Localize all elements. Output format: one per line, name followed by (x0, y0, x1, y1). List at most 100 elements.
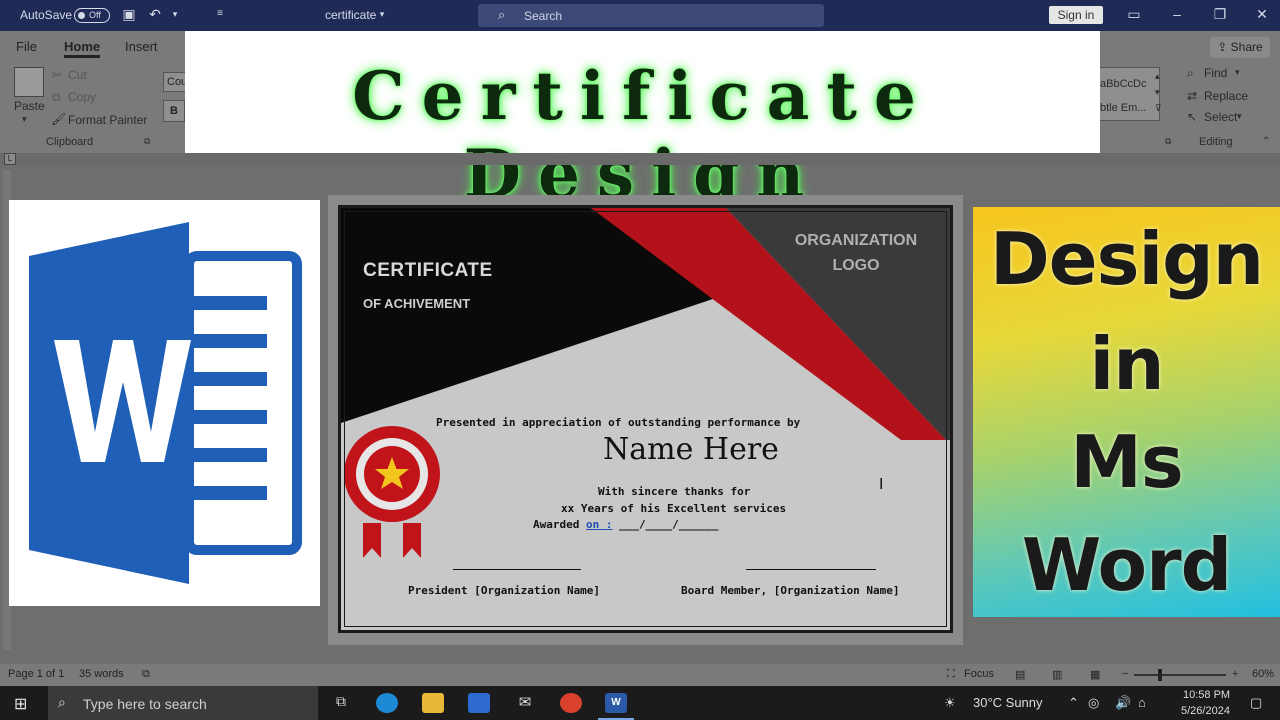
style-item-2[interactable]: btle Em... (1100, 102, 1146, 114)
weather-icon[interactable]: ☀ (944, 695, 956, 711)
save-icon[interactable]: ▣ (121, 6, 137, 22)
word-taskbar-icon[interactable]: W (605, 693, 627, 713)
notification-icon[interactable]: ▢ (1250, 695, 1262, 711)
windows-start-icon[interactable]: ⊞ (14, 694, 27, 714)
web-layout-icon[interactable]: ▦ (1090, 668, 1100, 681)
styles-scroll-up-icon[interactable]: ▴ (1155, 71, 1160, 82)
signature-board-member: Board Member, [Organization Name] (681, 584, 900, 597)
styles-scroll-down-icon[interactable]: ▾ (1155, 87, 1160, 98)
font-name-box[interactable]: Cou (163, 72, 187, 92)
search-box[interactable]: ⌕ Search (478, 4, 824, 27)
share-label: Share (1230, 40, 1263, 54)
focus-button[interactable]: Focus (964, 668, 994, 680)
find-icon[interactable]: ⌕ (1187, 66, 1194, 81)
signature-president: President [Organization Name] (408, 584, 601, 597)
zoom-level[interactable]: 60% (1252, 668, 1274, 680)
styles-more-icon[interactable]: ⊽ (1155, 103, 1162, 114)
design-card-line3: Ms (1070, 420, 1184, 504)
recipient-name[interactable]: Name Here (541, 432, 841, 467)
read-mode-icon[interactable]: ▤ (1015, 668, 1025, 681)
restore-icon[interactable]: ❐ (1212, 6, 1228, 22)
paste-icon[interactable] (14, 67, 44, 97)
select-icon[interactable]: ↖ (1187, 110, 1197, 124)
undo-icon[interactable]: ↶ (147, 6, 163, 22)
store-icon[interactable] (468, 693, 490, 713)
copy-button[interactable]: Copy (68, 90, 96, 104)
file-explorer-icon[interactable] (422, 693, 444, 713)
thanks-text: With sincere thanks for (598, 485, 751, 498)
replace-button[interactable]: Replace (1204, 89, 1248, 103)
zoom-in-icon[interactable]: + (1232, 668, 1238, 680)
awarded-line[interactable]: Awarded on : ___/____/______ (533, 518, 718, 531)
share-button[interactable]: ⇪ Share (1210, 37, 1270, 58)
ruler[interactable]: L (0, 153, 1280, 165)
title-banner: Certificate Design (185, 31, 1100, 213)
awarded-prefix: Awarded (533, 518, 586, 531)
document-title-chevron-icon[interactable]: ▾ (374, 6, 390, 22)
autosave-label: AutoSave (20, 8, 73, 22)
status-bar: Page 1 of 1 35 words ⧉ ⛶ Focus ▤ ▥ ▦ − +… (0, 664, 1280, 686)
replace-icon[interactable]: ⇄ (1187, 89, 1197, 103)
speaker-icon[interactable]: 🔊 (1115, 695, 1131, 711)
styles-launcher-icon[interactable]: ⧉ (1165, 136, 1171, 147)
task-view-icon[interactable]: ⧉ (330, 693, 352, 713)
organization-logo: ORGANIZATION LOGO (771, 228, 941, 278)
autosave-toggle[interactable]: Off (74, 8, 110, 23)
print-layout-icon[interactable]: ▥ (1052, 668, 1062, 681)
certificate[interactable]: CERTIFICATE OF ACHIVEMENT ORGANIZATION L… (338, 205, 953, 633)
signature-line-left (453, 569, 581, 570)
chrome-icon[interactable] (560, 693, 582, 713)
page-count[interactable]: Page 1 of 1 (8, 668, 64, 680)
signature-line-right (746, 569, 876, 570)
format-painter-button[interactable]: Format Painter (68, 113, 147, 127)
tab-file[interactable]: File (16, 39, 37, 54)
ribbon-display-icon[interactable]: ▭ (1126, 6, 1142, 22)
minimize-icon[interactable]: – (1169, 6, 1185, 22)
focus-icon[interactable]: ⛶ (947, 668, 955, 681)
format-painter-icon[interactable]: 🖌 (51, 112, 66, 126)
design-card-line1: Design (990, 217, 1264, 301)
select-dropdown-icon[interactable]: ▾ (1237, 111, 1242, 122)
awarded-date-blank: ___/____/______ (612, 518, 719, 531)
copy-icon[interactable]: ⧉ (52, 90, 61, 105)
document-title[interactable]: certificate (325, 8, 376, 22)
tab-home[interactable]: Home (64, 39, 101, 58)
search-placeholder: Search (524, 9, 563, 23)
paste-dropdown-icon[interactable]: ▾ (22, 114, 27, 125)
select-button[interactable]: Select (1204, 110, 1237, 124)
bold-button[interactable]: B (163, 100, 185, 122)
zoom-slider[interactable] (1134, 674, 1226, 676)
cut-icon[interactable]: ✂ (52, 68, 62, 82)
weather-text[interactable]: 30°C Sunny (973, 695, 1043, 710)
zoom-slider-thumb[interactable] (1158, 669, 1162, 681)
word-count[interactable]: 35 words (79, 668, 124, 680)
cut-button[interactable]: Cut (68, 68, 87, 82)
clock-date[interactable]: 5/26/2024 (1181, 705, 1230, 717)
zoom-out-icon[interactable]: − (1122, 668, 1128, 680)
language-icon[interactable]: ⌂ (1138, 695, 1146, 710)
styles-gallery[interactable]: aBbCcDc btle Em... (1095, 67, 1160, 121)
tray-overflow-icon[interactable]: ⌃ (1068, 695, 1079, 711)
collapse-ribbon-icon[interactable]: ⌃ (1262, 136, 1270, 147)
taskbar-search-box[interactable]: ⌕ Type here to search (48, 686, 318, 720)
tab-selector-icon[interactable]: L (4, 153, 16, 165)
tab-insert[interactable]: Insert (125, 39, 158, 54)
find-dropdown-icon[interactable]: ▾ (1235, 67, 1240, 78)
find-button[interactable]: Find (1204, 66, 1227, 80)
clock-time[interactable]: 10:58 PM (1183, 689, 1230, 701)
style-item-1[interactable]: aBbCcDc (1100, 78, 1146, 90)
customize-toolbar-icon[interactable]: ≡ (212, 6, 228, 22)
text-cursor-icon: I (879, 476, 884, 493)
org-logo-line1: ORGANIZATION (794, 232, 918, 249)
clipboard-launcher-icon[interactable]: ⧉ (144, 136, 150, 147)
accessibility-icon[interactable]: ⧉ (142, 668, 150, 681)
title-bar: AutoSave Off ▣ ↶ ▾ ≡ certificate ▾ ⌕ Sea… (0, 0, 1280, 31)
network-icon[interactable]: ◎ (1088, 695, 1099, 711)
mail-icon[interactable]: ✉ (514, 693, 536, 713)
edge-icon[interactable] (376, 693, 398, 713)
close-icon[interactable]: ✕ (1254, 6, 1270, 22)
design-card-line2: in (1089, 322, 1165, 406)
paste-button[interactable]: Paste (14, 99, 45, 113)
sign-in-button[interactable]: Sign in (1049, 6, 1103, 24)
undo-dropdown-icon[interactable]: ▾ (167, 6, 183, 22)
